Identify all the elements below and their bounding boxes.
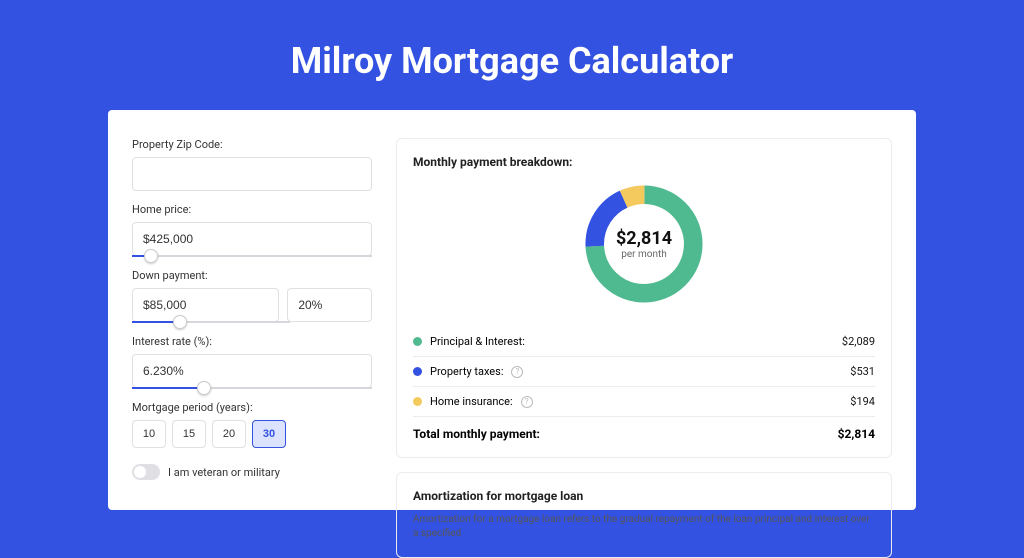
down-payment-amount-input[interactable]: [132, 288, 279, 322]
zip-field: Property Zip Code:: [132, 138, 372, 191]
home-price-field: Home price:: [132, 203, 372, 257]
results-panel: Monthly payment breakdown: $2,814 per mo…: [396, 138, 892, 510]
interest-rate-slider[interactable]: [132, 387, 372, 389]
legend-dot: [413, 397, 422, 406]
amortization-title: Amortization for mortgage loan: [413, 489, 875, 503]
amortization-text: Amortization for a mortgage loan refers …: [413, 513, 875, 541]
legend-label: Principal & Interest:: [430, 335, 525, 348]
info-icon[interactable]: ?: [511, 366, 523, 378]
legend: Principal & Interest: $2,089 Property taxe…: [413, 327, 875, 416]
info-icon[interactable]: ?: [521, 396, 533, 408]
slider-thumb[interactable]: [197, 381, 211, 395]
home-price-input[interactable]: [132, 222, 372, 256]
total-value: $2,814: [838, 427, 875, 441]
down-payment-label: Down payment:: [132, 269, 372, 282]
legend-label: Home insurance:: [430, 395, 513, 408]
down-payment-pct-input[interactable]: [287, 288, 372, 322]
slider-thumb[interactable]: [144, 249, 158, 263]
legend-row: Principal & Interest: $2,089: [413, 327, 875, 356]
interest-rate-label: Interest rate (%):: [132, 335, 372, 348]
interest-rate-field: Interest rate (%):: [132, 335, 372, 389]
legend-value: $2,089: [842, 335, 875, 348]
period-options: 10152030: [132, 420, 372, 448]
period-option-30[interactable]: 30: [252, 420, 286, 448]
zip-label: Property Zip Code:: [132, 138, 372, 151]
home-price-label: Home price:: [132, 203, 372, 216]
breakdown-title: Monthly payment breakdown:: [413, 155, 875, 169]
total-row: Total monthly payment: $2,814: [413, 416, 875, 441]
toggle-thumb: [134, 466, 146, 478]
period-field: Mortgage period (years): 10152030: [132, 401, 372, 448]
breakdown-panel: Monthly payment breakdown: $2,814 per mo…: [396, 138, 892, 458]
zip-input[interactable]: [132, 157, 372, 191]
interest-rate-input[interactable]: [132, 354, 372, 388]
donut-amount: $2,814: [616, 228, 672, 249]
veteran-row: I am veteran or military: [132, 464, 372, 480]
donut-chart: $2,814 per month: [413, 179, 875, 309]
period-label: Mortgage period (years):: [132, 401, 372, 414]
calculator-card: Property Zip Code: Home price: Down paym…: [108, 110, 916, 510]
down-payment-slider[interactable]: [132, 321, 290, 323]
down-payment-field: Down payment:: [132, 269, 372, 323]
input-panel: Property Zip Code: Home price: Down paym…: [132, 138, 372, 510]
page-title: Milroy Mortgage Calculator: [108, 40, 916, 82]
legend-value: $194: [850, 395, 875, 408]
slider-thumb[interactable]: [173, 315, 187, 329]
total-label: Total monthly payment:: [413, 427, 540, 441]
legend-dot: [413, 367, 422, 376]
veteran-toggle[interactable]: [132, 464, 160, 480]
period-option-15[interactable]: 15: [172, 420, 206, 448]
legend-label: Property taxes:: [430, 365, 503, 378]
period-option-10[interactable]: 10: [132, 420, 166, 448]
legend-value: $531: [850, 365, 875, 378]
period-option-20[interactable]: 20: [212, 420, 246, 448]
legend-row: Home insurance:? $194: [413, 386, 875, 416]
legend-row: Property taxes:? $531: [413, 356, 875, 386]
amortization-panel: Amortization for mortgage loan Amortizat…: [396, 472, 892, 558]
home-price-slider[interactable]: [132, 255, 372, 257]
veteran-label: I am veteran or military: [168, 466, 280, 479]
donut-sub: per month: [621, 249, 667, 260]
legend-dot: [413, 337, 422, 346]
